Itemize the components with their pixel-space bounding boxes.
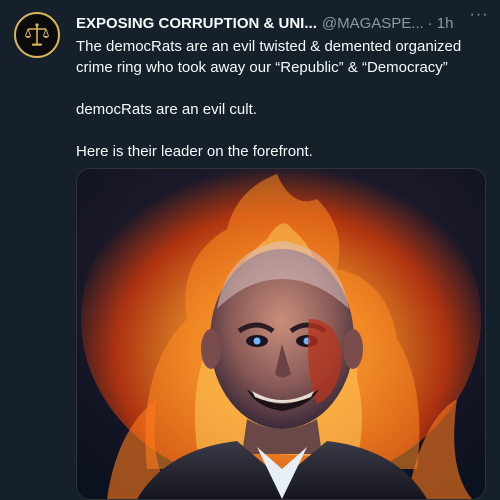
- more-options-button[interactable]: ···: [464, 6, 494, 28]
- avatar[interactable]: [14, 12, 60, 58]
- tweet-text: The democRats are an evil twisted & deme…: [76, 36, 486, 162]
- more-horizontal-icon: ···: [469, 6, 489, 23]
- flaming-portrait-illustration: [77, 169, 485, 499]
- tweet-text-line: The democRats are an evil twisted & deme…: [76, 38, 462, 76]
- tweet-header: EXPOSING CORRUPTION & UNI... @MAGASPE...…: [76, 12, 490, 34]
- scales-of-justice-icon: [25, 23, 49, 46]
- separator-dot: ·: [427, 14, 433, 32]
- tweet-text-line: democRats are an evil cult.: [76, 101, 257, 118]
- display-name[interactable]: EXPOSING CORRUPTION & UNI...: [76, 15, 317, 32]
- user-handle[interactable]: @MAGASPE...: [322, 15, 424, 32]
- tweet-card[interactable]: EXPOSING CORRUPTION & UNI... @MAGASPE...…: [0, 0, 500, 500]
- tweet-media-image[interactable]: [76, 168, 486, 500]
- tweet-text-line: Here is their leader on the forefront.: [76, 143, 313, 160]
- timestamp[interactable]: 1h: [437, 15, 454, 32]
